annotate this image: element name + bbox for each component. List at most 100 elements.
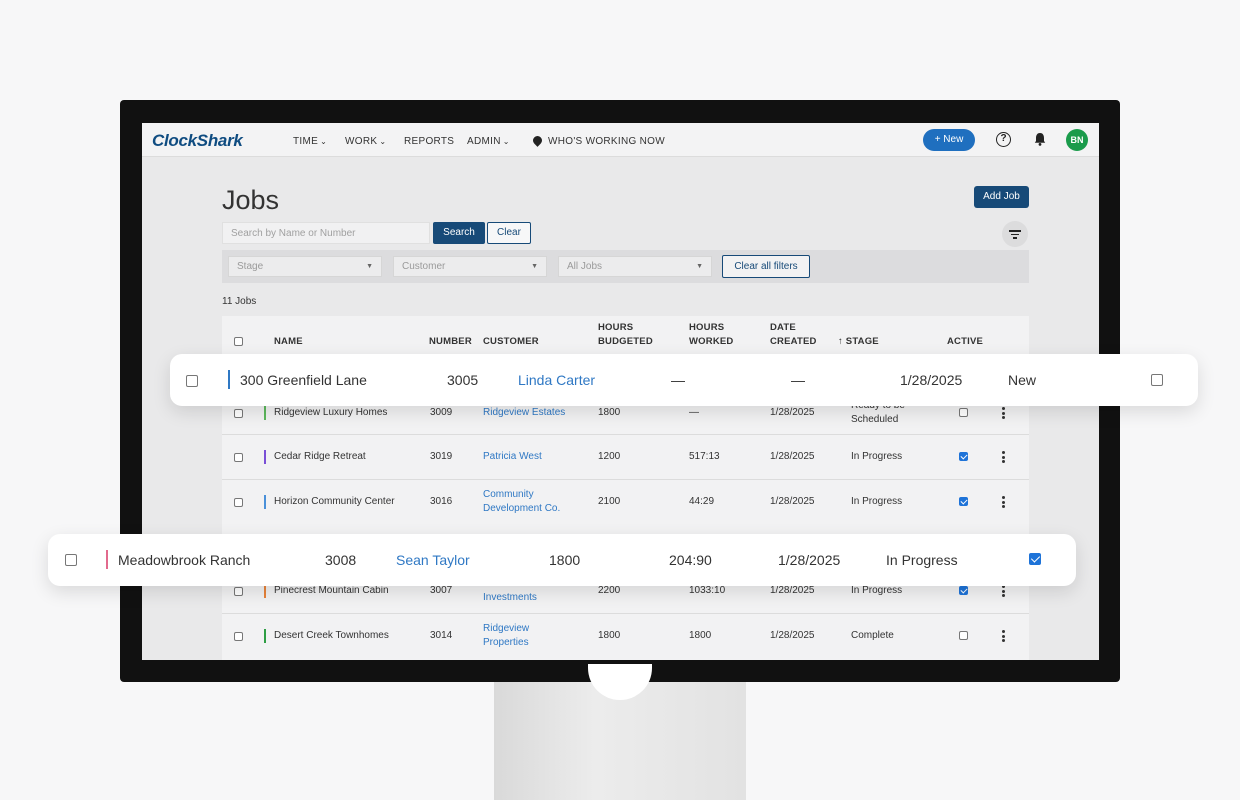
row-color-bar [264,495,266,509]
table-row[interactable]: Horizon Community Center 3016 Community … [222,479,1029,524]
more-options-icon[interactable] [1002,630,1005,644]
row-checkbox[interactable] [65,554,77,566]
more-options-icon[interactable] [1002,585,1005,599]
customer-link[interactable]: Ridgeview Properties [483,622,529,650]
active-checkbox[interactable] [1029,553,1041,565]
customer-link[interactable]: Ridgeview Estates [483,406,565,420]
nav-work[interactable]: WORK ⌄ [345,136,386,147]
jobs-filter-label: All Jobs [567,261,603,272]
more-options-icon[interactable] [1002,451,1005,465]
row-checkbox[interactable] [234,498,243,507]
customer-link[interactable]: Patricia West [483,450,542,464]
active-checkbox[interactable] [959,586,968,595]
customer-filter-dropdown[interactable]: Customer ▼ [393,256,547,277]
more-options-icon[interactable] [1002,496,1005,510]
header-stage[interactable]: ↑ STAGE [838,335,879,349]
jobs-filter-dropdown[interactable]: All Jobs ▼ [558,256,712,277]
header-number[interactable]: NUMBER [429,335,472,349]
table-row[interactable]: Desert Creek Townhomes 3014 Ridgeview Pr… [222,613,1029,658]
job-name[interactable]: 300 Greenfield Lane [240,371,367,389]
header-date-created[interactable]: DATE CREATED [770,321,817,349]
customer-filter-label: Customer [402,261,446,272]
clear-all-filters-button[interactable]: Clear all filters [722,255,810,278]
active-checkbox[interactable] [959,497,968,506]
nav-reports[interactable]: REPORTS [404,136,454,147]
active-checkbox[interactable] [959,631,968,640]
clear-button[interactable]: Clear [487,222,531,244]
filter-icon[interactable] [1002,221,1028,247]
stage: In Progress [851,584,902,598]
job-name[interactable]: Horizon Community Center [274,495,395,509]
header-active[interactable]: ACTIVE [947,335,983,349]
job-name[interactable]: Meadowbrook Ranch [118,551,250,569]
header-date-created-line2: CREATED [770,336,817,347]
row-color-bar [264,629,266,643]
stage: In Progress [851,450,902,464]
date-created: 1/28/2025 [770,451,815,462]
nav-admin-label: ADMIN [467,136,501,147]
new-button[interactable]: + New [923,129,975,151]
active-checkbox[interactable] [1151,374,1163,386]
job-name[interactable]: Cedar Ridge Retreat [274,450,366,464]
header-hours-worked[interactable]: HOURS WORKED [689,321,733,349]
header-hours-budgeted[interactable]: HOURS BUDGETED [598,321,653,349]
job-number: 3014 [430,630,453,641]
customer-link[interactable]: Linda Carter [518,371,595,389]
job-name[interactable]: Ridgeview Luxury Homes [274,406,387,420]
caret-down-icon: ▼ [696,263,703,270]
avatar[interactable]: BN [1066,129,1088,151]
nav-whos-working-label: WHO'S WORKING NOW [548,136,665,147]
row-color-bar [264,584,266,598]
customer-line1: Ridgeview [483,623,530,634]
search-button[interactable]: Search [433,222,485,244]
stage-line1: Complete [851,630,894,641]
nav-time[interactable]: TIME ⌄ [293,136,327,147]
help-icon[interactable]: ? [996,132,1011,147]
date-created: 1/28/2025 [770,496,815,507]
job-number: 3005 [447,372,479,388]
row-checkbox[interactable] [234,409,243,418]
select-all-checkbox[interactable] [234,337,243,346]
stage-line1: In Progress [851,451,903,462]
customer-link[interactable]: Sean Taylor [396,551,470,569]
table-row[interactable]: Cedar Ridge Retreat 3019 Patricia West 1… [222,434,1029,479]
row-checkbox[interactable] [186,375,198,387]
bell-icon[interactable] [1034,132,1046,146]
search-input[interactable] [222,222,430,244]
scene: ClockShark TIME ⌄ WORK ⌄ REPORTS ADMIN ⌄ WH… [0,0,1240,800]
hours-worked: 517:13 [689,451,720,462]
hours-budgeted: 1800 [549,552,581,568]
add-job-button[interactable]: Add Job [974,186,1029,208]
highlighted-row-2[interactable]: Meadowbrook Ranch 3008 Sean Taylor 1800 … [48,534,1076,586]
nav-admin[interactable]: ADMIN ⌄ [467,136,510,147]
top-nav: ClockShark TIME ⌄ WORK ⌄ REPORTS ADMIN ⌄ WH… [142,123,1099,157]
header-customer[interactable]: CUSTOMER [483,335,539,349]
hours-budgeted: 2200 [598,585,621,596]
customer-line1: Community [483,489,534,500]
more-options-icon[interactable] [1002,407,1005,421]
header-hours-budgeted-line2: BUDGETED [598,336,653,347]
customer-line1: Ridgeview Estates [483,407,566,418]
hours-worked: 1033:10 [689,585,726,596]
row-checkbox[interactable] [234,587,243,596]
clockshark-logo[interactable]: ClockShark [152,131,243,151]
stage: In Progress [886,552,958,568]
header-name[interactable]: NAME [274,335,303,349]
hours-budgeted: 2100 [598,496,621,507]
row-color-bar [264,406,266,420]
nav-whos-working[interactable]: WHO'S WORKING NOW [531,134,665,147]
hours-budgeted: 1200 [598,451,621,462]
customer-link[interactable]: Community Development Co. [483,488,560,516]
job-name[interactable]: Pinecrest Mountain Cabin [274,584,389,598]
row-checkbox[interactable] [234,453,243,462]
hours-budgeted: 1800 [598,630,621,641]
stage-filter-dropdown[interactable]: Stage ▼ [228,256,382,277]
job-name[interactable]: Desert Creek Townhomes [274,629,389,643]
row-checkbox[interactable] [234,632,243,641]
job-number: 3019 [430,451,453,462]
customer-line2: Investments [483,592,537,603]
active-checkbox[interactable] [959,408,968,417]
highlighted-row-1[interactable]: 300 Greenfield Lane 3005 Linda Carter — … [170,354,1198,406]
active-checkbox[interactable] [959,452,968,461]
chevron-down-icon: ⌄ [379,137,387,146]
